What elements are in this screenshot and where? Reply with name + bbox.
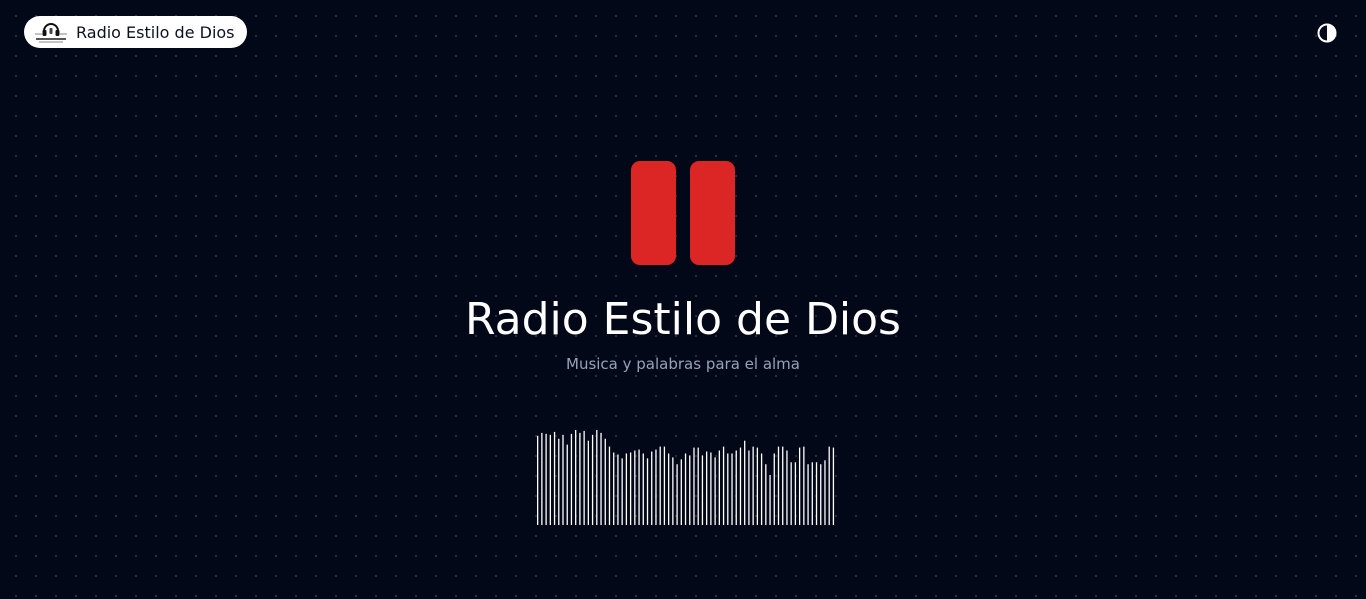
contrast-half-circle-icon <box>1317 23 1337 43</box>
play-pause-button[interactable] <box>631 161 735 265</box>
visualizer-bar <box>735 450 737 525</box>
visualizer-bar <box>756 447 759 525</box>
visualizer-bar <box>667 453 670 525</box>
visualizer-bar <box>782 446 784 525</box>
visualizer-bar <box>634 450 636 525</box>
visualizer-bar <box>587 440 589 525</box>
visualizer-bar <box>579 432 581 525</box>
station-subtitle: Musica y palabras para el alma <box>566 355 800 373</box>
pause-bar-right <box>690 161 735 265</box>
visualizer-bar <box>777 446 780 525</box>
visualizer-bar <box>803 446 805 525</box>
visualizer-bar <box>769 475 771 525</box>
visualizer-bar <box>663 446 666 525</box>
visualizer-bar <box>718 450 720 525</box>
visualizer-bar <box>714 457 716 525</box>
visualizer-bar <box>651 451 653 525</box>
visualizer-bar <box>722 446 725 525</box>
visualizer-bar <box>655 449 657 525</box>
theme-toggle-button[interactable] <box>1316 22 1338 44</box>
station-title: Radio Estilo de Dios <box>465 294 901 345</box>
visualizer-bar <box>638 449 640 525</box>
visualizer-bar <box>625 453 628 525</box>
visualizer-bar <box>566 444 568 525</box>
visualizer-bar <box>727 453 729 525</box>
visualizer-bar <box>575 429 577 525</box>
visualizer-bar <box>537 435 539 525</box>
visualizer-bar <box>706 451 708 525</box>
visualizer-bar <box>562 434 564 525</box>
visualizer-bar <box>549 434 551 525</box>
visualizer-bar <box>642 453 644 525</box>
visualizer-bar <box>765 464 767 525</box>
visualizer-bar <box>815 462 818 525</box>
visualizer-bar <box>773 453 775 525</box>
visualizer-bar <box>672 457 674 525</box>
visualizer-bar <box>684 453 687 525</box>
visualizer-bar <box>693 447 695 525</box>
brand-name: Radio Estilo de Dios <box>76 22 235 42</box>
visualizer-bar <box>832 447 835 525</box>
visualizer-bar <box>570 433 573 525</box>
visualizer-bar <box>680 459 682 525</box>
visualizer-bar <box>760 453 763 525</box>
visualizer-bar <box>811 462 813 525</box>
visualizer-bar <box>794 462 797 525</box>
visualizer-bar <box>748 450 750 525</box>
visualizer-bar <box>600 432 602 525</box>
visualizer-bar <box>824 460 826 525</box>
visualizer-bar <box>558 438 560 525</box>
brand-home-link[interactable]: Radio Estilo de Dios <box>24 16 247 48</box>
visualizer-bar <box>613 452 615 525</box>
visualizer-bar <box>583 430 585 525</box>
visualizer-bar <box>807 464 809 525</box>
visualizer-bar <box>820 464 822 525</box>
visualizer-bar <box>731 453 733 525</box>
visualizer-bar <box>591 434 594 525</box>
visualizer-bar <box>697 447 699 525</box>
pause-bar-left <box>631 161 676 265</box>
visualizer-bar <box>596 429 598 525</box>
visualizer-bar <box>786 450 788 525</box>
visualizer-bar <box>790 462 792 525</box>
visualizer-bar <box>629 452 632 525</box>
visualizer-bar <box>710 452 712 525</box>
visualizer-bar <box>739 447 742 525</box>
visualizer-bar <box>608 446 611 525</box>
visualizer-bar <box>553 431 556 525</box>
visualizer-bar <box>701 455 704 525</box>
visualizer-bar <box>828 446 830 525</box>
visualizer-bar <box>752 446 754 525</box>
visualizer-bar <box>744 440 746 525</box>
visualizer-bar <box>676 464 678 525</box>
visualizer-bar <box>541 432 543 525</box>
visualizer-bar <box>659 446 661 525</box>
visualizer-bar <box>689 455 691 525</box>
visualizer-bar <box>621 458 623 525</box>
visualizer-bar <box>617 454 619 525</box>
visualizer-bar <box>604 438 606 525</box>
audio-visualizer <box>536 420 836 526</box>
visualizer-bar <box>798 447 801 525</box>
visualizer-bar <box>545 433 547 525</box>
visualizer-bar <box>646 458 649 525</box>
headphones-logo-icon <box>35 23 67 43</box>
